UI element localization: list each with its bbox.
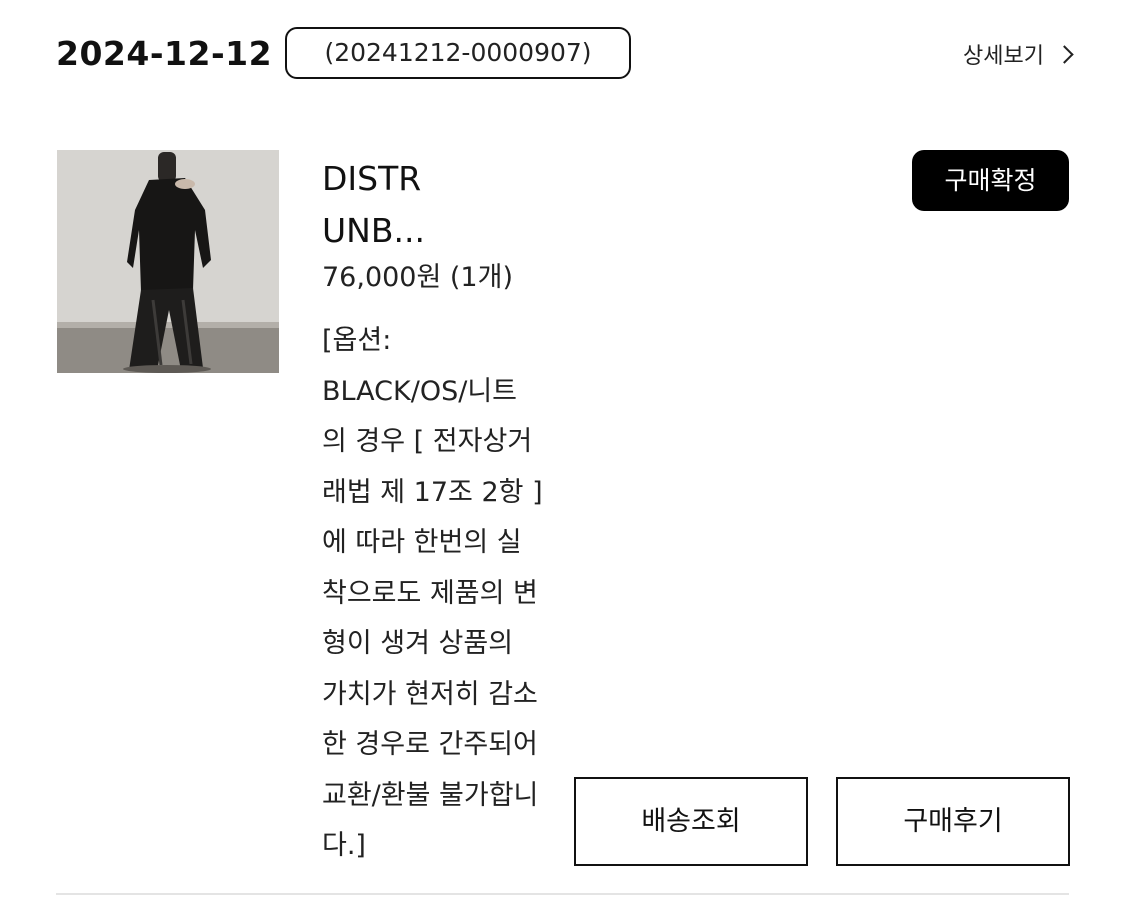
product-name[interactable]: DISTR UNB... [322,153,502,257]
option-line: 형이 생겨 상품의 [322,628,514,659]
product-option: [옵션: BLACK/OS/니트 의 경우 [ 전자상거 래법 제 17조 2항… [322,316,580,872]
order-number-badge: (20241212-0000907) [285,27,631,79]
option-line: 의 경우 [ 전자상거 [322,426,533,457]
option-line: 다.] [322,830,366,861]
product-photo [57,150,279,373]
product-name-line: DISTR [322,159,422,198]
option-line: BLACK/OS/니트 [322,375,518,407]
option-line: [옵션: [322,325,392,356]
view-details-link[interactable]: 상세보기 [963,36,1075,72]
chevron-right-icon [1055,44,1074,64]
write-review-button[interactable]: 구매후기 [836,777,1070,866]
option-line: 에 따라 한번의 실 [322,527,522,558]
confirm-purchase-button[interactable]: 구매확정 [912,150,1069,211]
section-divider [56,893,1069,895]
order-date: 2024-12-12 [56,34,273,73]
option-line: 교환/환불 불가합니 [322,779,539,811]
option-line: 한 경우로 간주되어 [322,729,538,760]
product-name-line: UNB... [322,211,425,250]
option-line: 착으로도 제품의 변 [322,577,538,609]
product-price: 76,000원 (1개) [322,262,513,293]
product-thumbnail[interactable] [57,150,279,373]
option-line: 가치가 현저히 감소 [322,678,538,710]
track-delivery-button[interactable]: 배송조회 [574,777,808,866]
view-details-label: 상세보기 [963,44,1044,69]
option-line: 래법 제 17조 2항 ] [322,476,543,508]
